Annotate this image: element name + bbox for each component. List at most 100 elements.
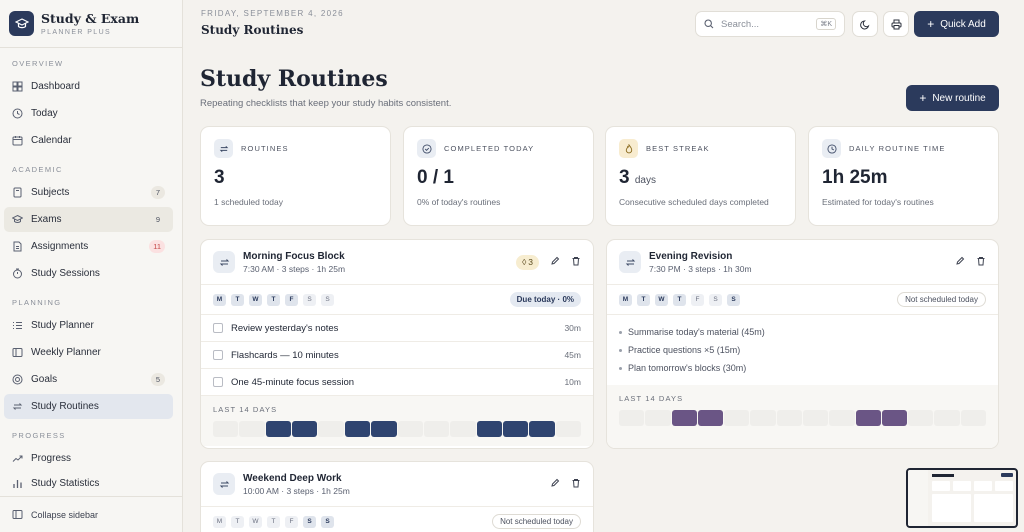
history-day-square <box>239 421 265 437</box>
step-duration: 10m <box>564 377 581 387</box>
brand[interactable]: Study & Exam PLANNER PLUS <box>0 0 182 48</box>
routine-meta: 7:30 AM · 3 steps · 1h 25m <box>243 263 346 274</box>
history-day-square <box>213 421 239 437</box>
count-badge: 7 <box>151 186 165 199</box>
history-day-square <box>829 410 855 426</box>
sidebar-item-weekly-planner[interactable]: Weekly Planner <box>4 340 173 365</box>
list-item: Plan tomorrow's blocks (30m) <box>619 359 986 377</box>
history-day-square <box>855 410 881 426</box>
sidebar-item-today[interactable]: Today <box>4 101 173 126</box>
quick-add-button[interactable]: + Quick Add <box>914 11 999 37</box>
quick-add-label: Quick Add <box>940 18 986 30</box>
day-chip: M <box>619 293 632 306</box>
theme-toggle-button[interactable] <box>852 11 878 37</box>
edit-icon[interactable] <box>550 256 560 269</box>
collapse-sidebar-button[interactable]: Collapse sidebar <box>0 496 182 532</box>
routine-title: Weekend Deep Work <box>243 472 342 484</box>
sidebar-item-assignments[interactable]: Assignments 11 <box>4 234 173 259</box>
step-label: Review yesterday's notes <box>231 322 339 334</box>
history-grid <box>619 410 986 426</box>
history-day-square <box>645 410 671 426</box>
history-day-square <box>450 421 476 437</box>
screenshot-preview-thumbnail[interactable] <box>906 468 1018 528</box>
day-chip: T <box>231 293 244 306</box>
search-icon <box>704 19 714 29</box>
new-routine-label: New routine <box>932 92 986 104</box>
edit-icon[interactable] <box>550 478 560 491</box>
stat-card-completed-today: COMPLETED TODAY 0 / 1 0% of today's rout… <box>403 126 594 226</box>
grid-icon <box>12 81 23 92</box>
history-day-square <box>960 410 986 426</box>
sidebar-item-study-routines[interactable]: Study Routines <box>4 394 173 419</box>
history-day-square <box>265 421 292 437</box>
history-day-square <box>671 410 697 426</box>
checklist-item[interactable]: Review yesterday's notes 30m <box>201 315 593 342</box>
search-input[interactable]: Search... ⌘K <box>695 11 845 37</box>
sidebar-item-study-sessions[interactable]: Study Sessions <box>4 261 173 286</box>
sidebar-item-dashboard[interactable]: Dashboard <box>4 74 173 99</box>
stat-card-routines: ROUTINES 3 1 scheduled today <box>200 126 391 226</box>
history-day-square <box>750 410 776 426</box>
checkbox[interactable] <box>213 377 223 387</box>
trash-icon[interactable] <box>976 256 986 269</box>
sidebar-item-exams[interactable]: Exams 9 <box>4 207 173 232</box>
history-day-square <box>881 410 908 426</box>
sidebar-item-study-statistics[interactable]: Study Statistics <box>4 473 173 489</box>
list-icon <box>12 320 23 331</box>
sidebar-item-label: Study Planner <box>31 320 94 331</box>
stat-label: ROUTINES <box>241 144 289 153</box>
sidebar-item-study-planner[interactable]: Study Planner <box>4 313 173 338</box>
routine-card-evening-revision: Evening Revision 7:30 PM · 3 steps · 1h … <box>606 239 999 449</box>
day-chip: S <box>321 293 334 306</box>
history-day-square <box>423 421 450 437</box>
sidebar-item-label: Study Sessions <box>31 268 100 279</box>
day-chip: S <box>709 293 722 306</box>
history-day-square <box>724 410 750 426</box>
edit-icon[interactable] <box>955 256 965 269</box>
sidebar-item-progress[interactable]: Progress <box>4 446 173 471</box>
sidebar-panel-icon <box>12 509 23 520</box>
checkbox[interactable] <box>213 350 223 360</box>
sidebar-item-label: Calendar <box>31 135 72 146</box>
history-day-square <box>344 421 371 437</box>
routine-meta: 10:00 AM · 3 steps · 1h 25m <box>243 485 350 496</box>
plus-icon: + <box>919 91 927 105</box>
step-label: Flashcards — 10 minutes <box>231 349 339 361</box>
day-chip: S <box>321 515 334 528</box>
repeat-icon <box>213 251 235 273</box>
stat-subtext: 1 scheduled today <box>214 197 283 207</box>
print-button[interactable] <box>883 11 909 37</box>
sidebar: Study & Exam PLANNER PLUS OVERVIEW Dashb… <box>0 0 183 532</box>
history-day-square <box>476 421 502 437</box>
routine-card-morning-focus: Morning Focus Block 7:30 AM · 3 steps · … <box>200 239 594 449</box>
checkbox[interactable] <box>213 323 223 333</box>
schedule-days: M T W T F S S Not scheduled today <box>201 507 593 532</box>
step-duration: 45m <box>564 350 581 360</box>
sidebar-item-label: Today <box>31 108 58 119</box>
history-day-square <box>397 421 423 437</box>
sidebar-item-label: Weekly Planner <box>31 347 101 358</box>
repeat-icon <box>213 473 235 495</box>
flame-icon: ◊ <box>522 257 527 267</box>
stat-card-daily-routine-time: DAILY ROUTINE TIME 1h 25m Estimated for … <box>808 126 999 226</box>
checklist-item[interactable]: Flashcards — 10 minutes 45m <box>201 342 593 369</box>
sidebar-item-calendar[interactable]: Calendar <box>4 128 173 153</box>
trash-icon[interactable] <box>571 478 581 491</box>
sidebar-item-label: Assignments <box>31 241 89 252</box>
checklist-item[interactable]: One 45-minute focus session 10m <box>201 369 593 396</box>
day-chip: W <box>249 293 262 306</box>
history-day-square <box>318 421 344 437</box>
timer-icon <box>12 268 23 279</box>
day-chip: S <box>727 293 740 306</box>
sidebar-item-goals[interactable]: Goals 5 <box>4 367 173 392</box>
count-badge: 11 <box>149 240 165 253</box>
routine-card-weekend-deep-work: Weekend Deep Work 10:00 AM · 3 steps · 1… <box>200 461 594 532</box>
day-chip: M <box>213 515 226 528</box>
plus-icon: + <box>927 17 935 31</box>
history-day-square <box>908 410 934 426</box>
sidebar-item-subjects[interactable]: Subjects 7 <box>4 180 173 205</box>
stat-value: 3 <box>214 167 225 188</box>
new-routine-button[interactable]: + New routine <box>906 85 999 111</box>
trash-icon[interactable] <box>571 256 581 269</box>
stat-card-best-streak: BEST STREAK 3 days Consecutive scheduled… <box>605 126 796 226</box>
